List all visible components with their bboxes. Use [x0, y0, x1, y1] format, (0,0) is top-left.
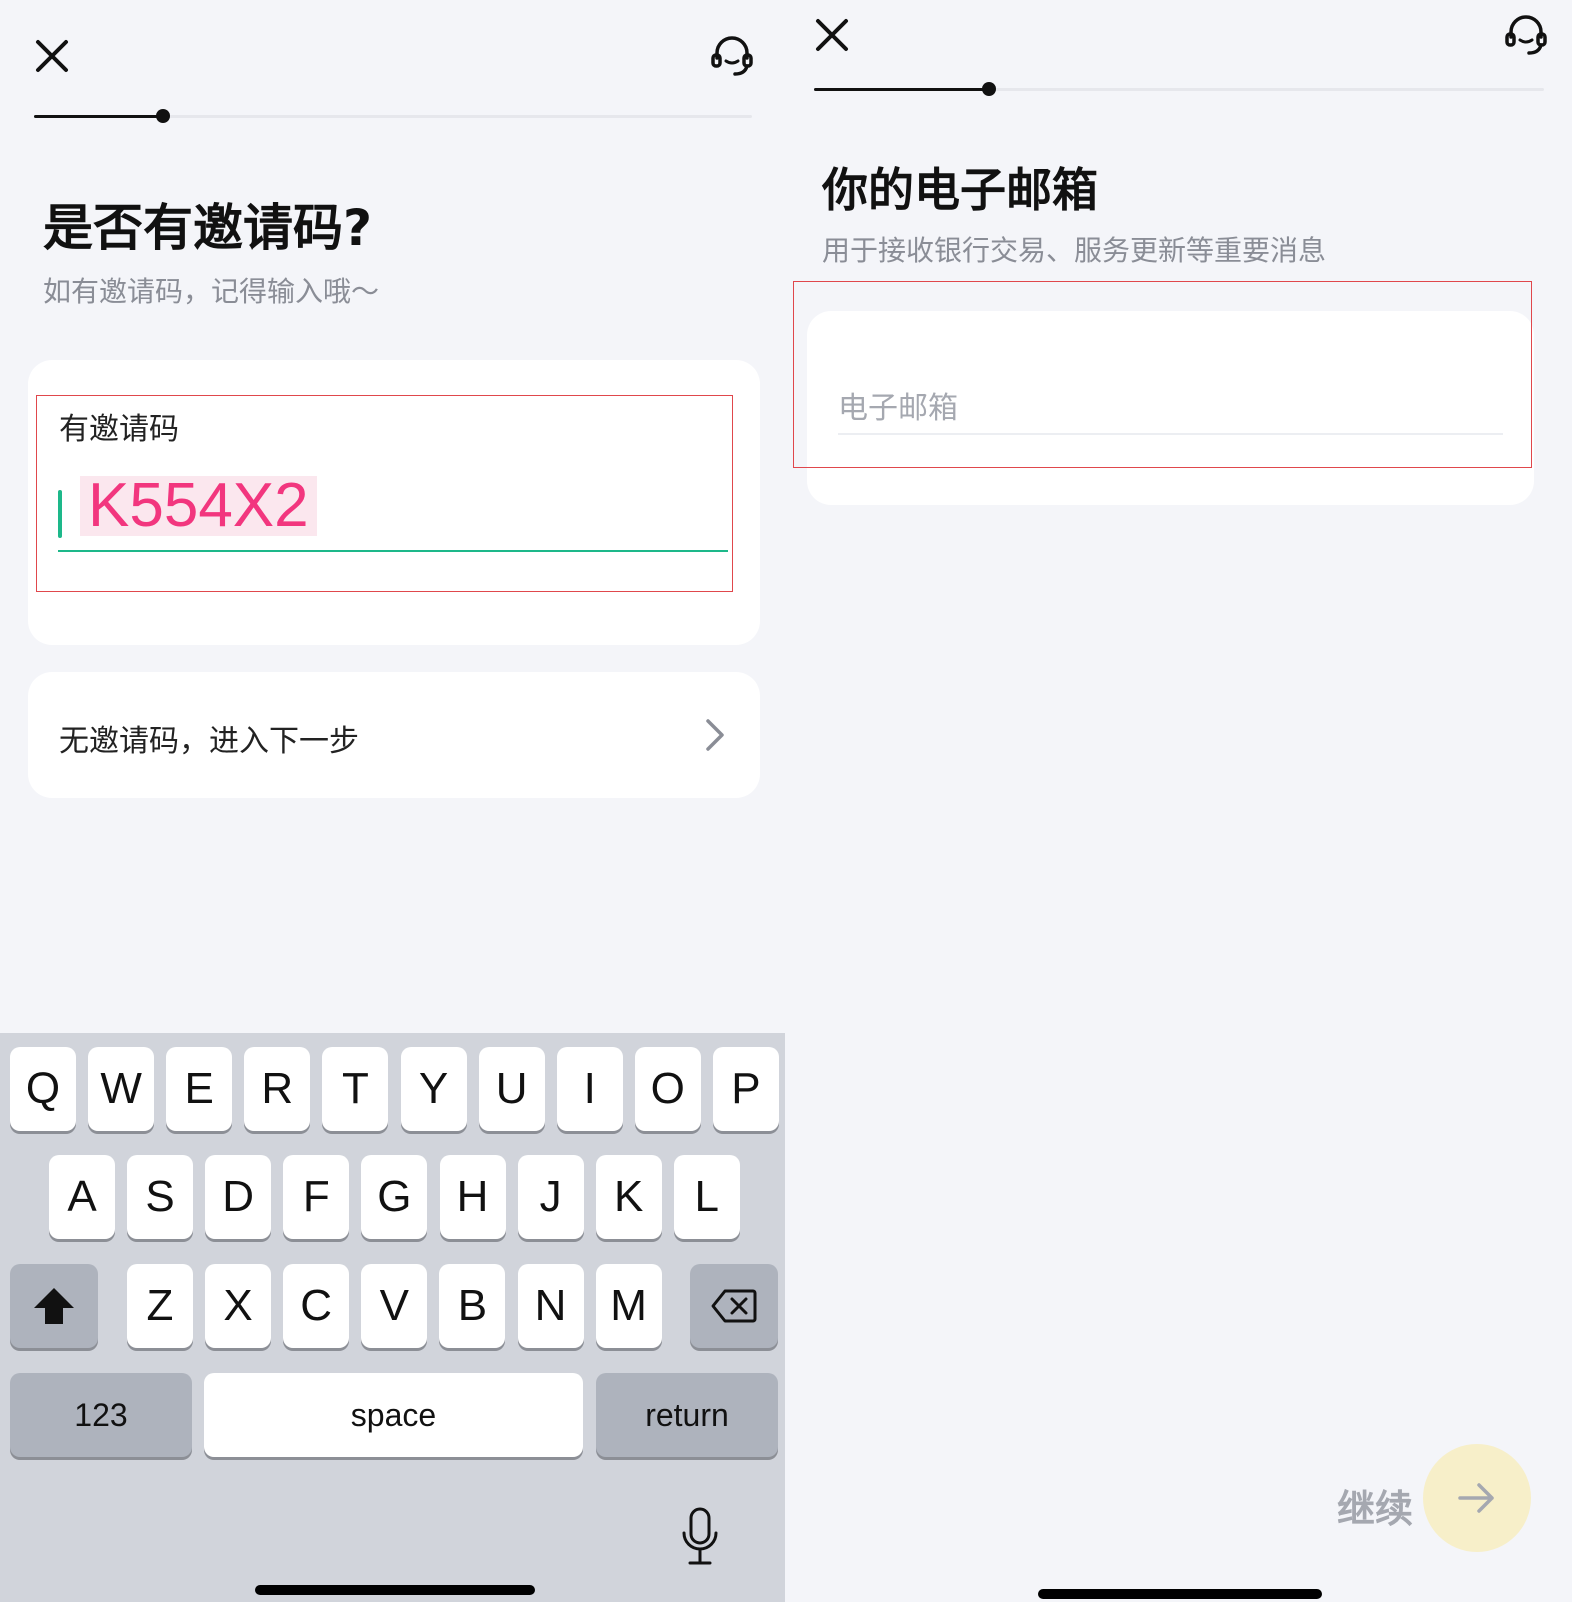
home-indicator [1038, 1589, 1322, 1599]
email-input-underline [838, 433, 1503, 435]
page-title: 是否有邀请码? [43, 199, 373, 257]
progress-bar [814, 82, 1544, 96]
return-key[interactable]: return [596, 1373, 778, 1457]
key-n[interactable]: N [517, 1264, 584, 1348]
home-indicator [255, 1585, 535, 1595]
arrow-right-icon [1458, 1483, 1494, 1513]
progress-bar-indicator [982, 82, 997, 96]
key-e[interactable]: E [166, 1047, 233, 1131]
key-o[interactable]: O [634, 1047, 701, 1131]
key-t[interactable]: T [322, 1047, 389, 1131]
progress-bar [34, 109, 752, 123]
progress-bar-indicator [156, 109, 171, 123]
email-highlight-box [793, 281, 1532, 468]
on-screen-keyboard: QWERTYUIOP ASDFGHJKL ZXCVBNM 123 space r… [0, 1033, 785, 1602]
key-f[interactable]: F [283, 1155, 350, 1239]
progress-bar-fill [34, 115, 164, 118]
key-q[interactable]: Q [10, 1047, 76, 1131]
invite-code-label: 有邀请码 [59, 412, 179, 447]
numbers-key[interactable]: 123 [10, 1373, 192, 1457]
invite-code-input-underline [58, 550, 728, 552]
key-p[interactable]: P [712, 1047, 779, 1131]
key-l[interactable]: L [673, 1155, 740, 1239]
key-d[interactable]: D [205, 1155, 272, 1239]
key-i[interactable]: I [556, 1047, 623, 1131]
key-r[interactable]: R [244, 1047, 311, 1131]
key-a[interactable]: A [49, 1155, 115, 1239]
continue-label: 继续 [1337, 1487, 1414, 1531]
email-input[interactable]: 电子邮箱 [838, 383, 958, 427]
text-cursor [58, 490, 62, 538]
invite-code-screen: 是否有邀请码? 如有邀请码，记得输入哦～ 有邀请码 K554X2 无邀请码，进入… [0, 0, 785, 1602]
key-g[interactable]: G [361, 1155, 428, 1239]
backspace-key[interactable] [690, 1264, 778, 1348]
close-icon[interactable] [812, 15, 852, 55]
chevron-right-icon [700, 715, 728, 755]
close-icon[interactable] [32, 36, 72, 76]
key-m[interactable]: M [595, 1264, 662, 1348]
page-subtitle: 如有邀请码，记得输入哦～ [43, 275, 380, 308]
skip-invite-label: 无邀请码，进入下一步 [59, 724, 359, 759]
continue-button[interactable] [1423, 1444, 1531, 1552]
email-screen: 你的电子邮箱 用于接收银行交易、服务更新等重要消息 电子邮箱 继续 [785, 0, 1572, 1602]
key-x[interactable]: X [205, 1264, 272, 1348]
key-c[interactable]: C [283, 1264, 350, 1348]
key-y[interactable]: Y [400, 1047, 467, 1131]
key-s[interactable]: S [127, 1155, 194, 1239]
key-w[interactable]: W [88, 1047, 155, 1131]
customer-service-headset-icon[interactable] [709, 33, 755, 79]
key-u[interactable]: U [478, 1047, 545, 1131]
shift-key[interactable] [10, 1264, 98, 1348]
key-j[interactable]: J [517, 1155, 584, 1239]
key-z[interactable]: Z [127, 1264, 193, 1348]
page-subtitle: 用于接收银行交易、服务更新等重要消息 [822, 234, 1327, 267]
space-key[interactable]: space [204, 1373, 583, 1457]
key-h[interactable]: H [439, 1155, 506, 1239]
progress-bar-fill [814, 88, 990, 91]
key-v[interactable]: V [361, 1264, 428, 1348]
skip-invite-option[interactable]: 无邀请码，进入下一步 [28, 672, 760, 798]
page-title: 你的电子邮箱 [822, 163, 1098, 217]
customer-service-headset-icon[interactable] [1503, 12, 1549, 58]
key-k[interactable]: K [595, 1155, 662, 1239]
key-b[interactable]: B [439, 1264, 506, 1348]
invite-code-input[interactable]: K554X2 [80, 475, 317, 537]
microphone-icon[interactable] [678, 1505, 722, 1569]
